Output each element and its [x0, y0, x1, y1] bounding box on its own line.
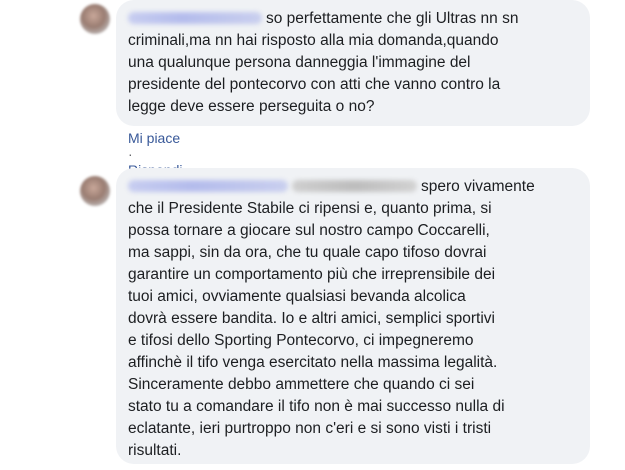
avatar[interactable] — [80, 4, 110, 34]
author-name-redacted[interactable] — [128, 179, 288, 192]
comment-line: affinchè il tifo venga esercitato nella … — [128, 354, 498, 371]
comment-line: e tifosi dello Sporting Pontecorvo, ci i… — [128, 332, 474, 349]
comment-text: so perfettamente che gli Ultras nn sn cr… — [128, 8, 578, 118]
comment-line: stato tu a comandare il tifo non è mai s… — [128, 398, 505, 415]
comment-line: tuoi amici, ovviamente qualsiasi bevanda… — [128, 288, 466, 305]
tagged-name-redacted[interactable] — [292, 179, 417, 192]
comment-line: legge deve essere perseguita o no? — [128, 98, 375, 115]
comment-line: criminali,ma nn hai risposto alla mia do… — [128, 32, 499, 49]
avatar[interactable] — [80, 176, 110, 206]
comment-line: che il Presidente Stabile ci ripensi e, … — [128, 200, 492, 217]
comment-line: garantire un comportamento più che irrep… — [128, 266, 496, 283]
author-name-redacted[interactable] — [128, 11, 262, 24]
comment-line: risultati. — [128, 442, 182, 459]
comment-line: una qualunque persona danneggia l'immagi… — [128, 54, 471, 71]
like-link[interactable]: Mi piace — [128, 130, 180, 146]
comment-line: presidente del pontecorvo con atti che v… — [128, 76, 501, 93]
comment-text: spero vivamente che il Presidente Stabil… — [128, 176, 578, 462]
comment-bubble: spero vivamente che il Presidente Stabil… — [116, 168, 590, 464]
comment-line: so perfettamente che gli Ultras nn sn — [266, 10, 519, 27]
comment-bubble: so perfettamente che gli Ultras nn sn cr… — [116, 0, 590, 126]
comment-line: Sinceramente debbo ammettere che quando … — [128, 376, 475, 393]
comment-line: possa tornare a giocare sul nostro campo… — [128, 222, 490, 239]
comment-line: spero vivamente — [421, 178, 535, 195]
comment-line: eclatante, ieri purtroppo non c'eri e si… — [128, 420, 492, 437]
separator: · — [128, 146, 133, 162]
comment-line: ma sappi, sin da ora, che tu quale capo … — [128, 244, 487, 261]
comment-line: dovrà essere bandita. Io e altri amici, … — [128, 310, 495, 327]
